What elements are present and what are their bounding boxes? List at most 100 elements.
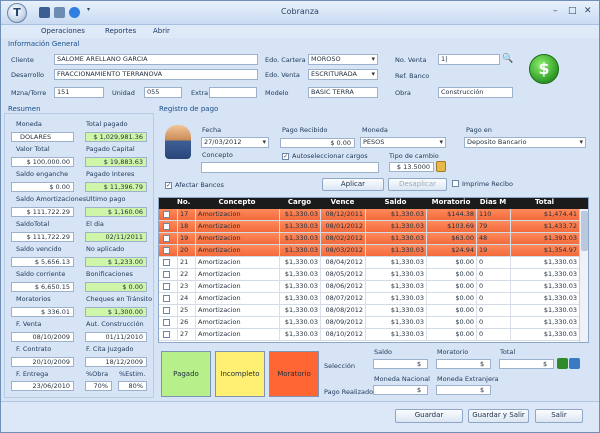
fecha-date-picker[interactable]: 27/03/2012 [201, 137, 269, 148]
row-checkbox[interactable] [163, 235, 170, 242]
guardar-salir-button[interactable]: Guardar y Salir [468, 409, 529, 423]
seleccion-total-field: $ [499, 359, 554, 369]
valor-total-field: $ 100,000.00 [11, 157, 74, 167]
unidad-field[interactable]: 055 [144, 87, 182, 98]
pago-realizado-label: Pago Realizado [324, 388, 374, 396]
obra-pct-field: 70% [85, 381, 112, 391]
cell-dias: 0 [476, 269, 510, 281]
col-vence[interactable]: Vence [320, 198, 365, 206]
col-dias[interactable]: Dias M [476, 198, 510, 206]
row-checkbox[interactable] [163, 331, 170, 338]
row-checkbox[interactable] [163, 211, 170, 218]
moneda-resumen-field: DOLARES [11, 132, 74, 142]
edo-cartera-label: Edo. Cartera [265, 56, 306, 64]
saldo-amortizaciones-label: Saldo Amortizaciones [16, 195, 87, 203]
tipo-cambio-field[interactable]: $ 13.5000 [389, 162, 434, 172]
scrollbar-thumb[interactable] [581, 211, 588, 251]
modelo-field[interactable]: BASIC TERRA [308, 87, 378, 98]
row-checkbox[interactable] [163, 259, 170, 266]
search-icon[interactable]: 🔍 [502, 54, 513, 65]
row-checkbox[interactable] [163, 283, 170, 290]
seleccion-moratorio-field: $ [436, 359, 491, 369]
seleccion-saldo-field: $ [373, 359, 428, 369]
imprime-recibo-checkbox[interactable] [452, 180, 459, 187]
row-checkbox[interactable] [163, 223, 170, 230]
row-checkbox[interactable] [163, 307, 170, 314]
exchange-rate-icon[interactable] [436, 161, 446, 172]
table-row[interactable]: 23 Amortizacion $1,330.03 08/06/2012 $1,330.… [159, 281, 579, 293]
col-total[interactable]: Total [510, 198, 579, 206]
menu-operaciones[interactable]: Operaciones [41, 27, 85, 35]
cliente-label: Cliente [11, 56, 34, 64]
table-row[interactable]: 27 Amortizacion $1,330.03 08/10/2012 $1,330.… [159, 329, 579, 341]
desaplicar-button[interactable]: Desaplicar [388, 178, 447, 191]
table-row[interactable]: 26 Amortizacion $1,330.03 08/09/2012 $1,330.… [159, 317, 579, 329]
minimize-icon[interactable]: – [553, 6, 558, 16]
cell-dias: 0 [476, 329, 510, 341]
menu-bar: Operaciones Reportes Abrir [1, 25, 599, 38]
registro-section-title: Registro de pago [159, 105, 219, 113]
desarrollo-field[interactable]: FRACCIONAMIENTO TERRANOVA [54, 69, 258, 80]
table-row[interactable]: 17 Amortizacion $1,330.03 08/12/2011 $1,330.… [159, 209, 579, 221]
cell-saldo: $1,330.03 [365, 281, 426, 293]
saldo-vencido-label: Saldo vencido [16, 245, 62, 253]
aplicar-button[interactable]: Aplicar [322, 178, 384, 191]
cell-saldo: $1,330.03 [365, 317, 426, 329]
row-checkbox[interactable] [163, 295, 170, 302]
guardar-button[interactable]: Guardar [395, 409, 463, 423]
table-row[interactable]: 21 Amortizacion $1,330.03 08/04/2012 $1,330.… [159, 257, 579, 269]
autoseleccionar-checkbox[interactable]: ✓ [282, 153, 289, 160]
mza-field[interactable]: 151 [54, 87, 104, 98]
col-cargo[interactable]: Cargo [279, 198, 320, 206]
table-row[interactable]: 24 Amortizacion $1,330.03 08/07/2012 $1,330.… [159, 293, 579, 305]
table-row[interactable]: 20 Amortizacion $1,330.03 08/03/2012 $1,330.… [159, 245, 579, 257]
refresh-icon[interactable] [569, 358, 580, 369]
close-icon[interactable]: ✕ [584, 6, 592, 16]
pago-recibido-field[interactable]: $ 0.00 [280, 138, 355, 148]
edo-venta-select[interactable]: ESCRITURADA [308, 69, 378, 80]
table-scrollbar[interactable] [579, 209, 588, 342]
afectar-bancos-checkbox[interactable]: ✓ [165, 182, 172, 189]
info-section-title: Información General [8, 40, 80, 48]
no-venta-field[interactable]: 1| [438, 54, 500, 65]
bonificaciones-label: Bonificaciones [86, 270, 133, 278]
cell-concepto: Amortizacion [195, 293, 279, 305]
table-row[interactable]: 25 Amortizacion $1,330.03 08/08/2012 $1,330.… [159, 305, 579, 317]
cheques-transito-label: Cheques en Tránsito [86, 295, 153, 303]
cliente-field[interactable]: SALOME ARELLANO GARCIA [54, 54, 258, 65]
row-checkbox[interactable] [163, 247, 170, 254]
cell-vence: 08/04/2012 [320, 257, 365, 269]
moneda-pago-select[interactable]: PESOS [360, 137, 446, 148]
menu-reportes[interactable]: Reportes [105, 27, 136, 35]
house-money-icon[interactable]: $ [529, 54, 559, 84]
maximize-icon[interactable]: □ [568, 6, 577, 16]
cell-moratorio: $103.69 [426, 221, 476, 233]
house-small-icon[interactable] [557, 358, 568, 369]
tipo-cambio-label: Tipo de cambio [389, 152, 439, 160]
col-moratorio[interactable]: Moratorio [426, 198, 476, 206]
total-pagado-label: Total pagado [86, 120, 128, 128]
menu-abrir[interactable]: Abrir [153, 27, 170, 35]
cell-moratorio: $0.00 [426, 329, 476, 341]
col-saldo[interactable]: Saldo [365, 198, 426, 206]
concepto-field[interactable] [201, 162, 379, 173]
row-checkbox[interactable] [163, 319, 170, 326]
table-row[interactable]: 19 Amortizacion $1,330.03 08/02/2012 $1,330.… [159, 233, 579, 245]
edo-cartera-select[interactable]: MOROSO [308, 54, 378, 65]
cell-vence: 08/03/2012 [320, 245, 365, 257]
table-row[interactable]: 18 Amortizacion $1,330.03 08/01/2012 $1,330.… [159, 221, 579, 233]
pago-en-select[interactable]: Deposito Bancario [464, 137, 586, 148]
row-checkbox[interactable] [163, 271, 170, 278]
col-concepto[interactable]: Concepto [195, 198, 279, 206]
ultimo-pago-field: $ 1,160.06 [85, 207, 147, 217]
extra-field[interactable] [209, 87, 257, 98]
table-row[interactable]: 22 Amortizacion $1,330.03 08/05/2012 $1,330.… [159, 269, 579, 281]
f-cita-juzgado-label: F. Cita Juzgado [86, 345, 134, 353]
legend-pagado: Pagado [161, 351, 211, 397]
col-no[interactable]: No. [177, 198, 195, 206]
salir-button[interactable]: Salir [535, 409, 583, 423]
f-contrato-field: 20/10/2009 [11, 357, 74, 367]
obra-field[interactable]: Construcción [438, 87, 513, 98]
imprime-recibo-label: Imprime Recibo [462, 180, 513, 188]
saldo-amortizaciones-field: $ 111,722.29 [11, 207, 74, 217]
